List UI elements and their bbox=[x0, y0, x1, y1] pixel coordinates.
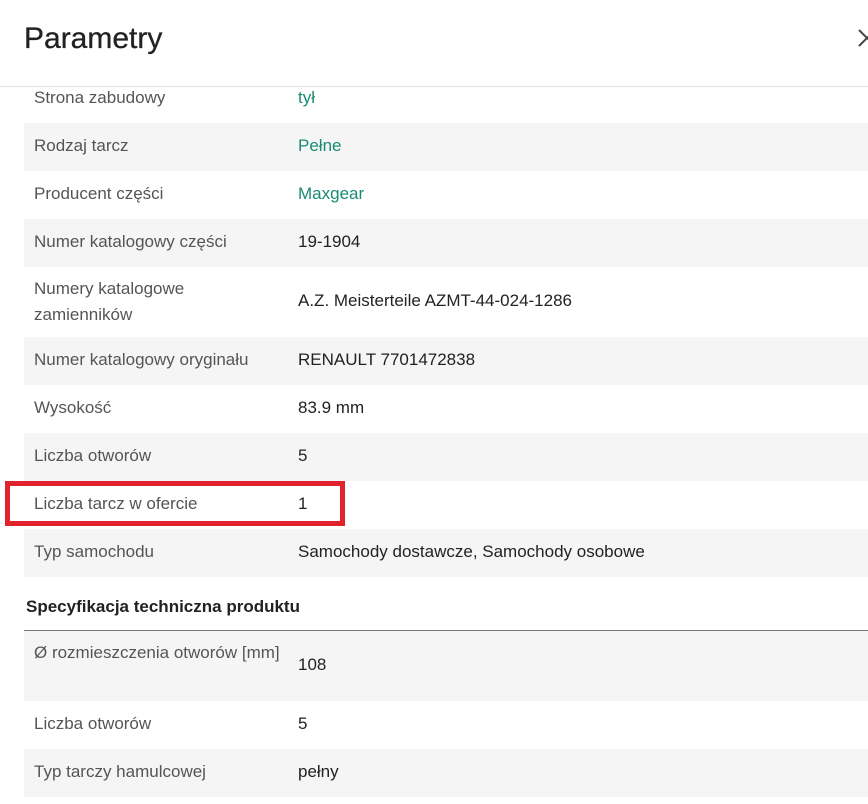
close-button[interactable] bbox=[855, 26, 868, 50]
param-value: 1 bbox=[298, 494, 308, 513]
param-row-oem-number: Numer katalogowy oryginału RENAULT 77014… bbox=[24, 337, 868, 385]
param-value-link[interactable]: Pełne bbox=[298, 133, 341, 159]
spec-row-bolt-circle: Ø rozmieszczenia otworów [mm] 108 bbox=[24, 631, 868, 701]
close-icon bbox=[858, 29, 868, 47]
param-label: Wysokość bbox=[34, 398, 112, 417]
param-value: RENAULT 7701472838 bbox=[298, 350, 476, 369]
param-value: 19-1904 bbox=[298, 232, 361, 251]
spec-label: Ø rozmieszczenia otworów [mm] bbox=[34, 643, 280, 662]
param-label: Producent części bbox=[34, 184, 164, 203]
spec-row-hole-count: Liczba otworów 5 bbox=[24, 701, 868, 749]
parameters-scroll-area[interactable]: Strona zabudowy tył Rodzaj tarcz Pełne P… bbox=[0, 75, 868, 804]
param-row-disc-type: Rodzaj tarcz Pełne bbox=[24, 123, 868, 171]
spec-row-disc-type: Typ tarczy hamulcowej pełny bbox=[24, 749, 868, 797]
param-row-hole-count: Liczba otworów 5 bbox=[24, 433, 868, 481]
param-label: Numer katalogowy oryginału bbox=[34, 350, 249, 369]
param-value: 5 bbox=[298, 446, 308, 465]
param-value-link[interactable]: tył bbox=[298, 85, 315, 111]
spec-value: pełny bbox=[298, 762, 339, 781]
param-row-manufacturer: Producent części Maxgear bbox=[24, 171, 868, 219]
param-row-part-number: Numer katalogowy części 19-1904 bbox=[24, 219, 868, 267]
spec-label: Liczba otworów bbox=[34, 714, 152, 733]
param-label: Strona zabudowy bbox=[34, 88, 166, 107]
param-row-height: Wysokość 83.9 mm bbox=[24, 385, 868, 433]
param-row-vehicle-type: Typ samochodu Samochody dostawcze, Samoc… bbox=[24, 529, 868, 577]
param-value: A.Z. Meisterteile AZMT-44-024-1286 bbox=[298, 291, 573, 310]
spec-value: 108 bbox=[298, 655, 327, 674]
panel-header: Parametry bbox=[0, 0, 868, 87]
param-label: Liczba otworów bbox=[34, 446, 152, 465]
param-value: 83.9 mm bbox=[298, 398, 365, 417]
param-label: Typ samochodu bbox=[34, 542, 155, 561]
param-label: Numer katalogowy części bbox=[34, 232, 227, 251]
param-row-discs-in-offer: Liczba tarcz w ofercie 1 bbox=[24, 481, 868, 529]
spec-value: 5 bbox=[298, 714, 308, 733]
parameters-panel: Strona zabudowy tył Rodzaj tarcz Pełne P… bbox=[0, 0, 868, 804]
param-value: Samochody dostawcze, Samochody osobowe bbox=[298, 542, 645, 561]
param-row-replacement-numbers: Numery katalogowe zamienników A.Z. Meist… bbox=[24, 267, 868, 337]
spec-label: Typ tarczy hamulcowej bbox=[34, 762, 206, 781]
param-value-link[interactable]: Maxgear bbox=[298, 181, 364, 207]
param-label: Numery katalogowe zamienników bbox=[34, 279, 185, 324]
panel-title: Parametry bbox=[24, 22, 163, 55]
param-label: Rodzaj tarcz bbox=[34, 136, 129, 155]
section-heading-technical-spec: Specyfikacja techniczna produktu bbox=[26, 597, 300, 616]
param-label: Liczba tarcz w ofercie bbox=[34, 494, 198, 513]
